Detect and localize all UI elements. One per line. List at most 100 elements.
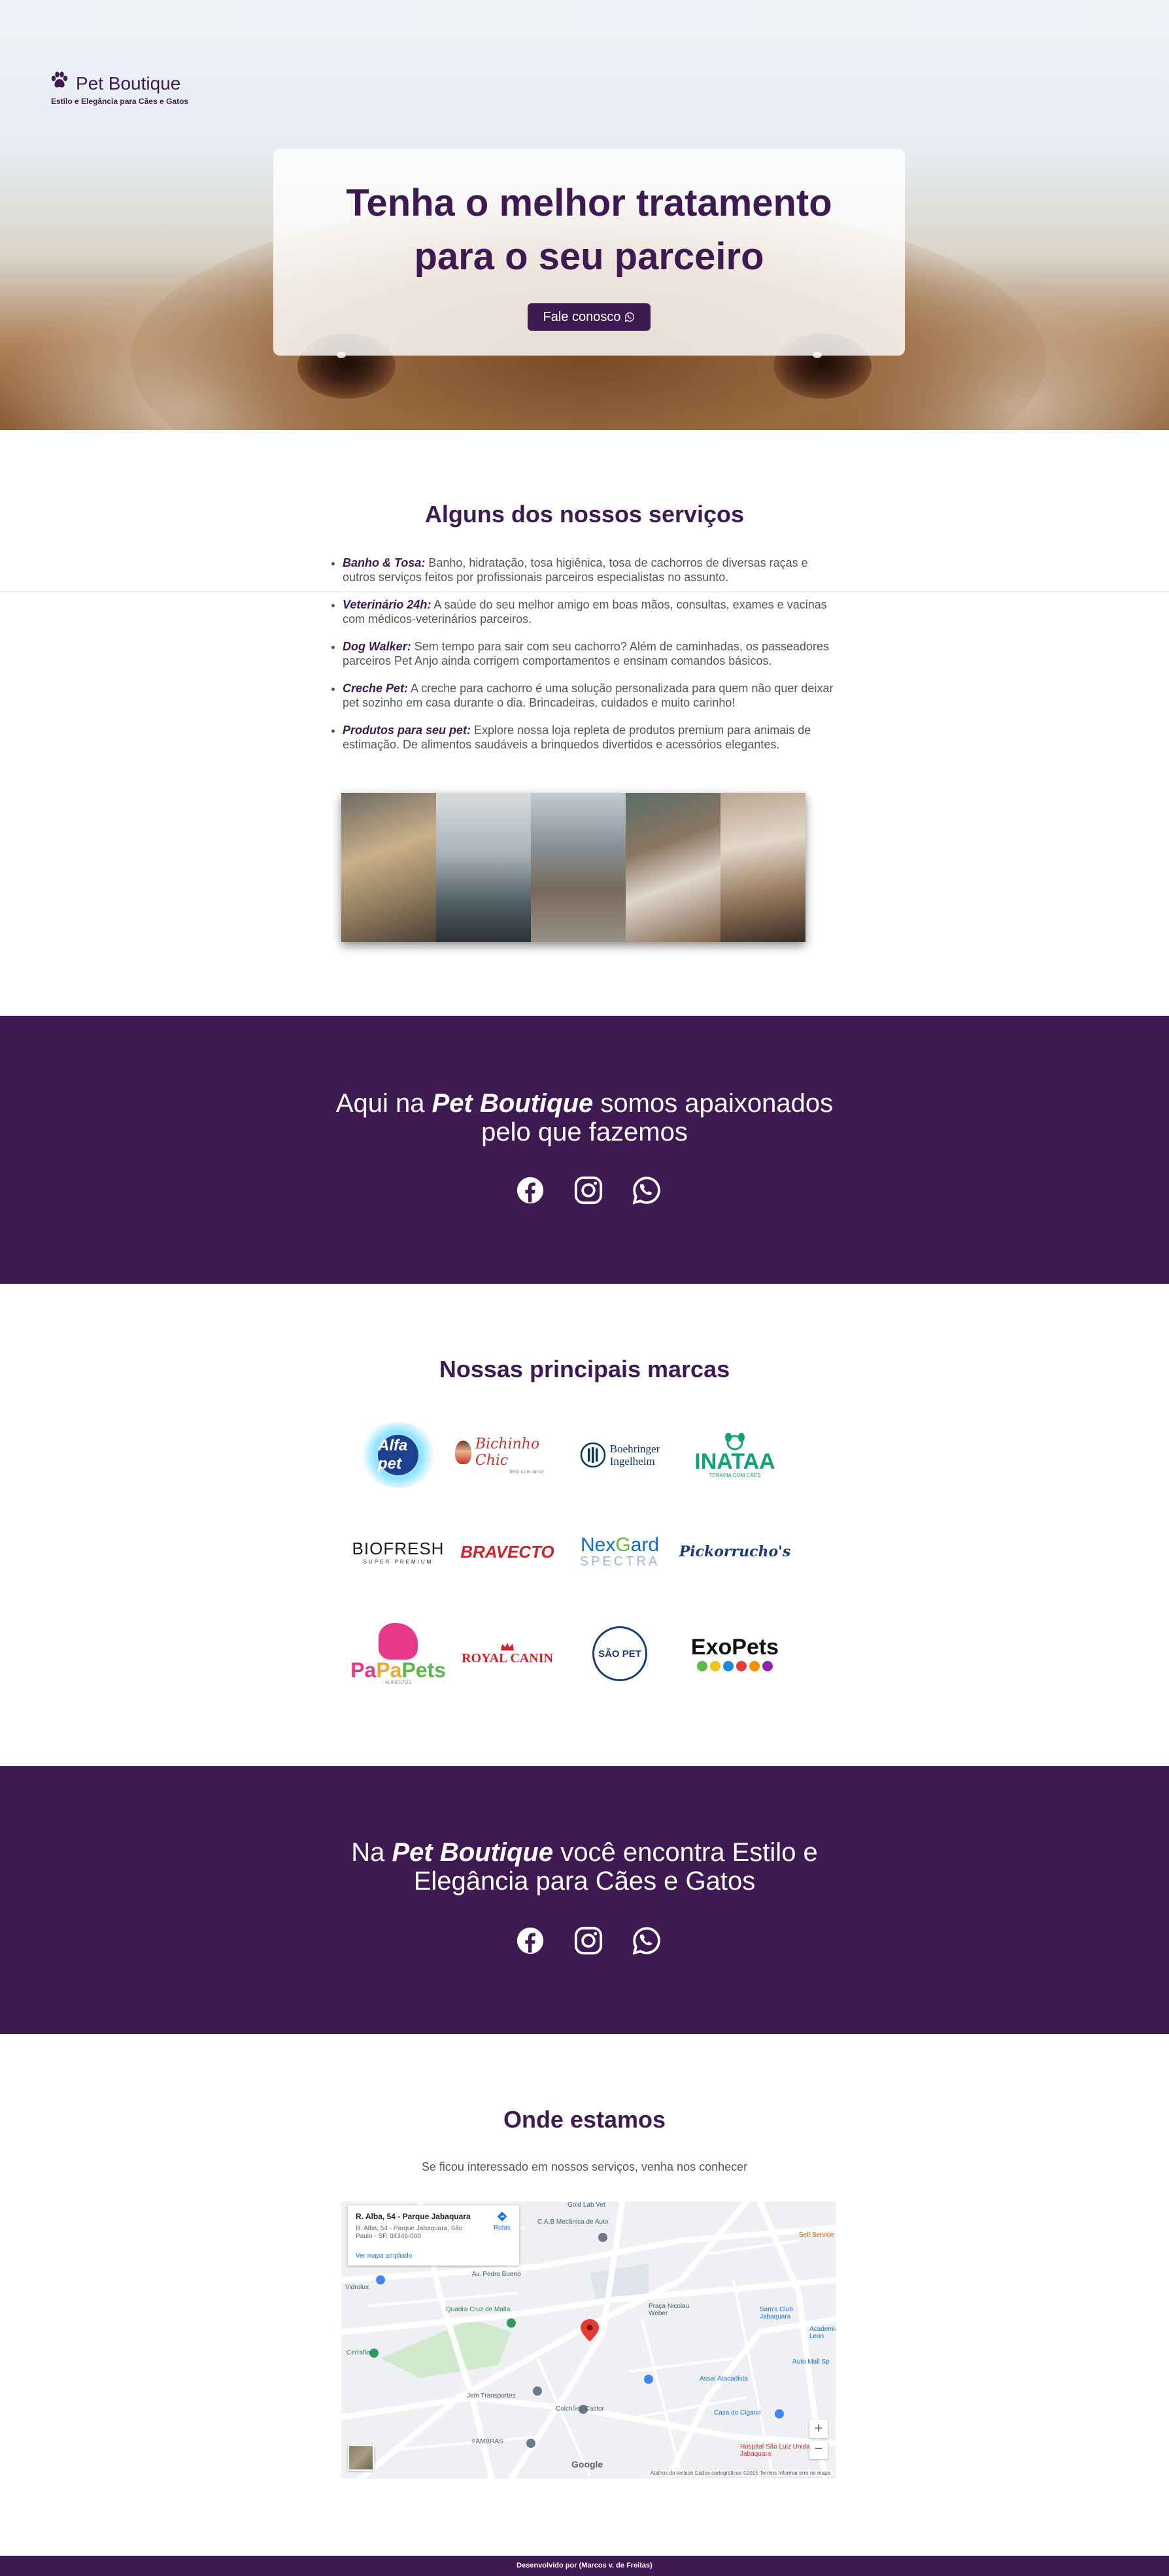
facebook-icon[interactable] <box>515 1926 545 1956</box>
photo-vet <box>436 793 531 942</box>
service-description: A creche para cachorro é uma solução per… <box>343 682 834 709</box>
pickorruchos-wordmark: Pickorrucho's <box>679 1543 791 1560</box>
map-attribution[interactable]: Atalhos do teclado Dados cartográficos ©… <box>647 2470 833 2476</box>
list-item: Dog Walker: Sem tempo para sair com seu … <box>343 639 837 668</box>
royal-canin-wordmark: ROYAL CANIN <box>462 1650 553 1665</box>
map-label: Auto Mall Sp <box>792 2358 830 2366</box>
services-list: Banho & Tosa: Banho, hidratação, tosa hi… <box>327 556 837 765</box>
hero-section: Pet Boutique Estilo e Elegância para Cãe… <box>0 0 1169 430</box>
inataa-dog-icon <box>725 1432 745 1450</box>
contact-button[interactable]: Fale conosco <box>528 303 651 331</box>
banner-text: Aqui na <box>335 1089 432 1118</box>
photo-dog-bath <box>341 793 436 942</box>
map-label: Vidrolux <box>345 2284 369 2291</box>
exopets-wordmark: ExoPets <box>690 1635 779 1660</box>
biofresh-sublabel: SUPER PREMIUM <box>363 1559 433 1565</box>
map-label: Jem Transportes <box>467 2392 516 2400</box>
hero-card: Tenha o melhor tratamento para o seu par… <box>273 149 905 356</box>
brand-logo-inataa: INATAA TERAPIA COM CÃES <box>683 1422 787 1488</box>
service-name: Veterinário 24h: <box>343 598 432 611</box>
brands-title: Nossas principais marcas <box>439 1356 730 1382</box>
brand-tagline: Estilo e Elegância para Cães e Gatos <box>51 97 189 106</box>
instagram-icon[interactable] <box>573 1175 603 1205</box>
list-item: Produtos para seu pet: Explore nossa loj… <box>343 723 837 752</box>
bichinho-chic-sublabel: feito com amor <box>509 1468 545 1475</box>
whatsapp-icon[interactable] <box>632 1926 662 1956</box>
list-item: Banho & Tosa: Banho, hidratação, tosa hi… <box>343 556 837 584</box>
boehringer-sublabel: Ingelheim <box>609 1455 655 1467</box>
boehringer-wordmark: Boehringer Ingelheim <box>609 1443 660 1467</box>
directions-button[interactable]: Rotas <box>490 2211 514 2232</box>
brand-name: Pet Boutique <box>76 73 181 93</box>
brand-logo-biofresh: BIOFRESH SUPER PREMIUM <box>346 1519 450 1584</box>
hero-title: Tenha o melhor tratamento para o seu par… <box>273 176 905 284</box>
service-name: Produtos para seu pet: <box>343 724 471 737</box>
banner-text: Na <box>351 1838 392 1867</box>
map-info-card: R. Alba, 54 - Parque Jabaquara R. Alba, … <box>348 2205 519 2266</box>
passion-banner: Aqui na Pet Boutique somos apaixonados p… <box>0 1016 1169 1284</box>
larger-map-link[interactable]: Ver mapa ampliado <box>356 2252 412 2260</box>
facebook-icon[interactable] <box>515 1175 545 1205</box>
directions-icon <box>497 2211 507 2222</box>
google-map[interactable]: R. Alba, 54 - Parque Jabaquara R. Alba, … <box>341 2201 836 2479</box>
brand-logo-boehringer: Boehringer Ingelheim <box>568 1422 672 1488</box>
zoom-out-button[interactable]: − <box>809 2441 828 2459</box>
location-subtitle: Se ficou interessado em nossos serviços,… <box>421 2160 748 2173</box>
photo-products <box>720 793 805 942</box>
footer-credit: Desenvolvido por (Marcos v. de Freitas) <box>517 2562 652 2569</box>
brand-logo-sao-pet: SÃO PET <box>568 1611 672 1696</box>
map-place-name: R. Alba, 54 - Parque Jabaquara <box>356 2212 471 2221</box>
exopets-dots <box>697 1661 773 1671</box>
inataa-wordmark: INATAA <box>694 1448 775 1474</box>
bichinho-chic-mascot <box>455 1440 471 1464</box>
brand-logo-royal-canin: ROYAL CANIN <box>455 1611 560 1696</box>
brand-logo-alfa-pet: Alfa pet <box>346 1422 450 1488</box>
contact-button-label: Fale conosco <box>543 309 621 324</box>
photo-daycare <box>626 793 720 942</box>
map-label: Praça Nicolau Weber <box>649 2303 690 2317</box>
map-label: Gold Lab Vet <box>568 2201 605 2209</box>
list-item: Creche Pet: A creche para cachorro é uma… <box>343 681 837 710</box>
brand-logo-papa-pets: PaPaPets ALIMENTOS <box>346 1611 450 1696</box>
nexgard-sublabel: SPECTRA <box>579 1554 660 1569</box>
map-label: C.A.B Mecânica de Auto <box>537 2218 609 2226</box>
brand-logo-pickorruchos: Pickorrucho's <box>679 1519 791 1584</box>
brand-logo-bravecto: BRAVECTO <box>455 1519 560 1584</box>
map-label: Quadra Cruz de Malta <box>446 2306 511 2313</box>
crown-icon <box>501 1642 514 1650</box>
service-name: Creche Pet: <box>343 682 409 695</box>
map-label: Hospital São Luiz Unidade Jabaquara <box>740 2443 817 2458</box>
inataa-sublabel: TERAPIA COM CÃES <box>709 1472 761 1479</box>
paw-icon <box>51 71 68 88</box>
map-label: Academia Leon <box>809 2326 836 2340</box>
style-banner: Na Pet Boutique você encontra Estilo e E… <box>0 1766 1169 2034</box>
footer: Desenvolvido por (Marcos v. de Freitas) <box>0 2556 1169 2576</box>
map-address: R. Alba, 54 - Parque Jabaquara, São Paul… <box>356 2225 463 2240</box>
style-message: Na Pet Boutique você encontra Estilo e E… <box>323 1838 846 1896</box>
service-name: Dog Walker: <box>343 640 411 653</box>
brand-logo-bichinho-chic: Bichinho Chic feito com amor <box>455 1422 560 1488</box>
instagram-icon[interactable] <box>573 1926 603 1956</box>
banner-brand: Pet Boutique <box>392 1838 554 1867</box>
papa-pets-sublabel: ALIMENTOS <box>384 1680 412 1685</box>
zoom-in-button[interactable]: + <box>809 2420 828 2438</box>
brand-logo-nexgard: NexGard SPECTRA <box>579 1534 660 1569</box>
service-name: Banho & Tosa: <box>343 556 426 569</box>
map-label: Assaí Atacadista <box>700 2375 748 2383</box>
satellite-toggle[interactable] <box>348 2445 374 2471</box>
alfa-pet-glow: Alfa pet <box>359 1422 437 1488</box>
bichinho-chic-wordmark: Bichinho Chic <box>475 1435 540 1469</box>
papa-pets-mascot <box>379 1622 418 1660</box>
map-label: FAMBRAS <box>472 2438 503 2445</box>
map-label: Casa do Cigano <box>714 2409 761 2417</box>
map-label: Cerraflex <box>347 2349 373 2356</box>
whatsapp-icon[interactable] <box>632 1175 662 1205</box>
banner-brand: Pet Boutique <box>432 1089 594 1118</box>
alfa-pet-wordmark: Alfa pet <box>378 1435 418 1475</box>
hero-title-line2: para o seu parceiro <box>414 235 764 278</box>
biofresh-wordmark: BIOFRESH <box>352 1539 445 1558</box>
map-label: Sam's Club Jabaquara <box>760 2306 793 2320</box>
map-label: Colchões Castor <box>556 2405 604 2413</box>
sao-pet-wordmark: SÃO PET <box>592 1626 647 1681</box>
hero-title-line1: Tenha o melhor tratamento <box>346 182 832 224</box>
